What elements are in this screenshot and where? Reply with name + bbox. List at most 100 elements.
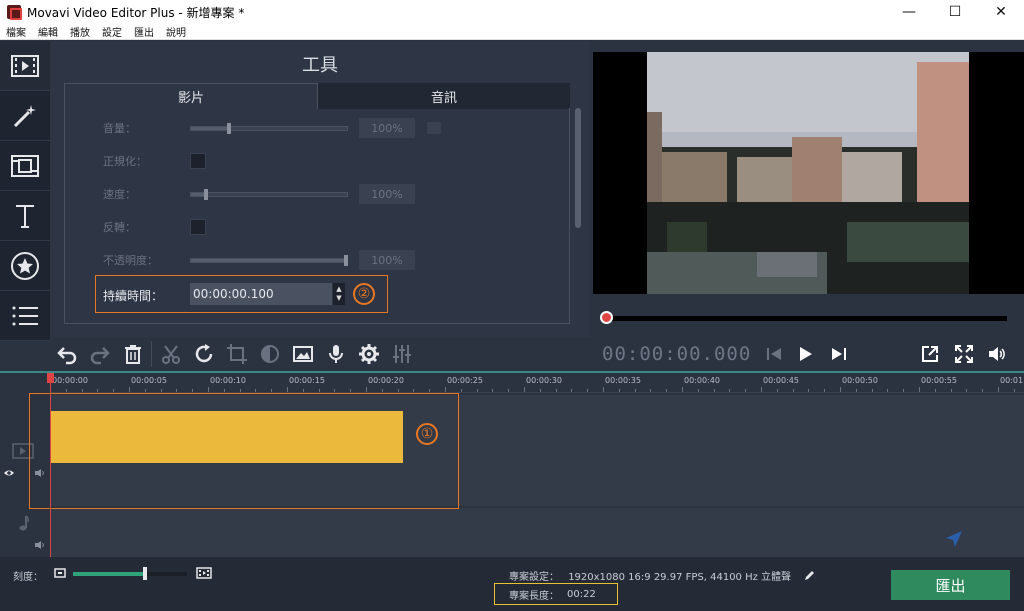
image-overlay-button[interactable] [286, 337, 319, 371]
ruler-tick [761, 387, 762, 392]
speed-label: 速度： [103, 188, 136, 201]
scrubber-handle[interactable] [600, 311, 613, 324]
ruler-tick [271, 389, 273, 392]
playback-scrubber[interactable] [600, 311, 1007, 324]
volume-slider[interactable] [190, 122, 348, 134]
ruler-tick-label: 00:00:10 [210, 376, 246, 385]
ruler-tick [366, 387, 367, 392]
close-button[interactable]: ✕ [978, 0, 1024, 24]
sidebar-import-button[interactable] [0, 41, 50, 91]
volume-value[interactable]: 100% [359, 118, 415, 138]
project-settings-value: 1920x1080 16:9 29.97 FPS, 44100 Hz 立體聲 [568, 572, 792, 583]
rotate-button[interactable] [187, 337, 220, 371]
title-text-icon [16, 204, 34, 228]
ruler-tick-label: 00:00:15 [289, 376, 325, 385]
eye-icon[interactable] [3, 468, 15, 478]
crop-button[interactable] [220, 337, 253, 371]
ruler-tick [160, 389, 162, 392]
ruler-tick [998, 387, 999, 392]
menu-edit[interactable]: 編輯 [32, 24, 64, 39]
color-adjust-button[interactable] [253, 337, 286, 371]
ruler-tick [208, 387, 209, 392]
detach-preview-button[interactable] [915, 339, 945, 369]
ruler-tick [634, 389, 636, 392]
stepper-up-icon[interactable]: ▲ [336, 285, 341, 294]
ruler-tick [476, 389, 478, 392]
ruler-tick [824, 389, 826, 392]
sidebar-more-button[interactable] [0, 291, 50, 341]
record-voice-button[interactable] [319, 337, 352, 371]
fullscreen-button[interactable] [949, 339, 979, 369]
ruler-tick [666, 389, 668, 392]
audio-track-speaker-icon[interactable] [34, 540, 46, 550]
ruler-tick [429, 389, 431, 392]
menu-help[interactable]: 說明 [160, 24, 192, 39]
ruler-tick-label: 00:00:35 [605, 376, 641, 385]
clip-highlight [29, 393, 459, 509]
menu-playback[interactable]: 播放 [64, 24, 96, 39]
menu-bar: 檔案 編輯 播放 設定 匯出 說明 [0, 24, 1024, 40]
export-button[interactable]: 匯出 [891, 570, 1010, 600]
split-button[interactable] [154, 337, 187, 371]
ruler-tick [192, 389, 194, 392]
equalizer-button[interactable] [385, 337, 418, 371]
duration-input[interactable]: 00:00:00.100 [190, 283, 332, 305]
sidebar-transitions-button[interactable] [0, 141, 50, 191]
sidebar-titles-button[interactable] [0, 191, 50, 241]
tab-audio[interactable]: 音訊 [318, 83, 570, 109]
ruler-tick [381, 389, 383, 392]
menu-settings[interactable]: 設定 [96, 24, 128, 39]
project-settings: 專案設定： 1920x1080 16:9 29.97 FPS, 44100 Hz… [509, 568, 815, 583]
sidebar-stickers-button[interactable] [0, 241, 50, 291]
ruler-tick [934, 389, 936, 392]
ruler-tick [903, 389, 905, 392]
skip-back-icon [767, 348, 781, 360]
timeline-ruler[interactable]: 00:00:00 00:00:05 00:00:10 00:00:15 00:00:20… [50, 373, 1024, 393]
audio-track-header [0, 508, 50, 557]
zoom-slider[interactable] [73, 567, 187, 580]
external-window-icon [922, 346, 938, 362]
clip-properties-button[interactable] [352, 337, 385, 371]
duration-stepper[interactable]: ▲ ▼ [333, 283, 345, 305]
maximize-button[interactable]: ☐ [932, 0, 978, 24]
zoom-slider-handle[interactable] [142, 567, 147, 580]
preview-frame-image [647, 52, 969, 294]
next-frame-button[interactable] [824, 339, 854, 369]
play-button[interactable] [790, 339, 820, 369]
speed-row: 速度： 100% [65, 184, 545, 204]
volume-speaker-icon[interactable] [427, 122, 441, 134]
previous-frame-button[interactable] [759, 339, 789, 369]
zoom-out-icon[interactable] [54, 568, 66, 578]
volume-button[interactable] [982, 339, 1012, 369]
audio-track[interactable] [50, 508, 1024, 557]
ruler-tick [982, 389, 984, 392]
zoom-in-icon[interactable] [196, 567, 212, 579]
project-length-label: 專案長度： [509, 590, 559, 602]
speed-value[interactable]: 100% [359, 184, 415, 204]
opacity-slider[interactable] [190, 254, 348, 266]
preview-panel [593, 41, 1024, 337]
redo-button[interactable] [83, 337, 116, 371]
undo-button[interactable] [50, 337, 83, 371]
stepper-down-icon[interactable]: ▼ [336, 294, 341, 303]
reverse-label: 反轉： [103, 221, 136, 234]
reverse-checkbox[interactable] [190, 219, 206, 235]
normalize-checkbox[interactable] [190, 153, 206, 169]
properties-scrollbar[interactable] [575, 108, 581, 228]
ruler-tick [855, 389, 857, 392]
menu-export[interactable]: 匯出 [128, 24, 160, 39]
ruler-tick [966, 389, 968, 392]
preview-player[interactable] [593, 52, 1024, 294]
speed-slider[interactable] [190, 188, 348, 200]
ruler-tick [350, 389, 352, 392]
list-icon [12, 306, 38, 325]
movavi-app-icon [7, 5, 22, 20]
minimize-button[interactable]: — [886, 0, 932, 24]
delete-button[interactable] [116, 337, 149, 371]
menu-file[interactable]: 檔案 [0, 24, 32, 39]
sidebar-filters-button[interactable] [0, 91, 50, 141]
edit-pencil-icon[interactable] [804, 570, 815, 581]
tab-video[interactable]: 影片 [64, 83, 318, 109]
opacity-value[interactable]: 100% [359, 250, 415, 270]
playhead-handle[interactable] [47, 373, 54, 383]
